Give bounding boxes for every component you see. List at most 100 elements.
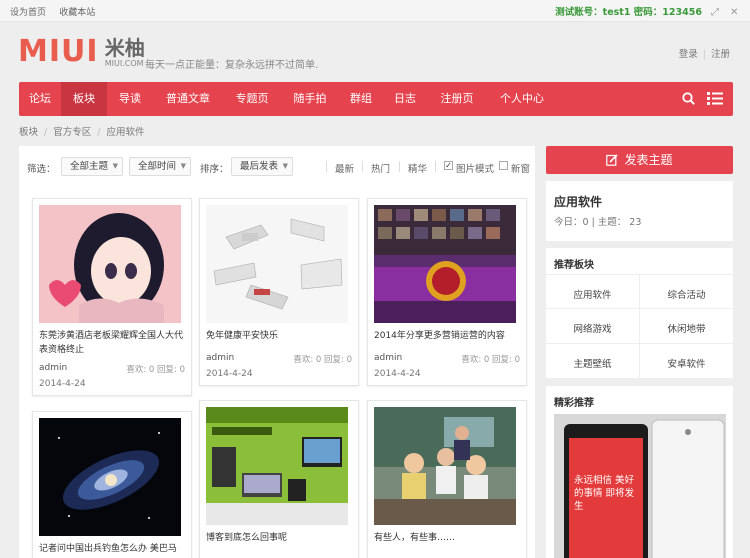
board-link[interactable]: 网络游戏 — [546, 321, 639, 335]
post-card[interactable]: 2014年分享更多营销运营的内容 admin 喜欢: 0 回复: 0 2014-… — [367, 198, 527, 386]
post-author[interactable]: admin — [374, 353, 402, 363]
recommended-boards: 推荐板块 应用软件 综合活动 网络游戏 休闲地带 主题壁纸 安卓软件 — [546, 248, 733, 378]
chevron-down-icon: ▼ — [282, 162, 288, 170]
fullscreen-icon[interactable]: ⤢ — [711, 7, 721, 18]
nav-item-articles[interactable]: 普通文章 — [153, 82, 223, 116]
divider — [326, 161, 327, 172]
featured-caption: 永远相信 美好的事情 即将发生 — [574, 475, 635, 512]
new-window-checkbox[interactable] — [499, 161, 508, 170]
post-thumbnail[interactable] — [374, 407, 516, 525]
new-window-label: 新窗 — [511, 164, 531, 175]
breadcrumb-item[interactable]: 官方专区 — [53, 127, 91, 138]
logo-cn: 米柚 — [104, 36, 145, 60]
post-replies: 回复: 0 — [157, 365, 185, 375]
logo-miui: MIUI — [18, 34, 99, 69]
breadcrumb-item[interactable]: 板块 — [19, 127, 38, 138]
featured-image[interactable]: 永远相信 美好的事情 即将发生 — [554, 414, 726, 558]
bookmark-link[interactable]: 收藏本站 — [59, 8, 95, 18]
post-date: 2014-4-24 — [206, 369, 253, 379]
post-title[interactable]: 东莞涉黄酒店老板梁耀辉全国人大代表资格终止 — [39, 329, 185, 357]
breadcrumb: 板块 / 官方专区 / 应用软件 — [19, 124, 144, 138]
nav-item-forum[interactable]: 论坛 — [19, 82, 61, 116]
nav-item-guide[interactable]: 导读 — [107, 82, 153, 116]
sort-hot-link[interactable]: 热门 — [371, 161, 390, 175]
search-icon[interactable] — [682, 92, 695, 105]
login-link[interactable]: 登录 — [679, 49, 698, 60]
post-thumbnail[interactable] — [206, 407, 348, 525]
pic-mode-checkbox[interactable]: ✓ — [444, 161, 453, 170]
nav-item-register-page[interactable]: 注册页 — [427, 82, 487, 116]
site-header: MIUI 米柚 MIUI.COM 每天一点正能量：复杂永远拼不过简单. 登录 | 注… — [0, 22, 750, 82]
post-title[interactable]: 免年健康平安快乐 — [206, 329, 352, 343]
forum-info: 应用软件 今日：0 | 主题： 23 — [546, 181, 733, 241]
nav-item-topics[interactable]: 专题页 — [223, 82, 281, 116]
divider — [399, 161, 400, 172]
pic-mode-label: 图片模式 — [456, 164, 495, 175]
post-replies: 回复: 0 — [324, 355, 352, 365]
breadcrumb-separator: / — [44, 127, 48, 138]
board-link[interactable]: 主题壁纸 — [546, 356, 639, 370]
breadcrumb-item[interactable]: 应用软件 — [106, 127, 144, 138]
post-date: 2014-4-24 — [374, 369, 421, 379]
post-likes: 喜欢: 0 — [461, 355, 490, 365]
post-title[interactable]: 博客到底怎么回事呢 — [206, 531, 352, 545]
slogan: 每天一点正能量：复杂永远拼不过简单. — [145, 60, 319, 71]
post-card[interactable]: 记者问中国出兵钓鱼怎么办 美巴马 — [32, 411, 192, 558]
nav-item-groups[interactable]: 群组 — [339, 82, 383, 116]
forum-name: 应用软件 — [554, 195, 603, 209]
post-title[interactable]: 2014年分享更多营销运营的内容 — [374, 329, 520, 343]
chevron-down-icon: ▼ — [112, 162, 118, 170]
chevron-down-icon: ▼ — [180, 162, 186, 170]
board-link[interactable]: 综合活动 — [640, 287, 733, 301]
board-link[interactable]: 休闲地带 — [640, 321, 733, 335]
board-link[interactable]: 安卓软件 — [640, 356, 733, 370]
post-thumbnail[interactable] — [374, 205, 516, 323]
set-home-link[interactable]: 设为首页 — [10, 8, 46, 18]
filter-bar: 筛选： 全部主题 ▼ 全部时间 ▼ 排序： 最后发表 ▼ 最新 热门 精华 ✓ 图片模… — [19, 146, 535, 186]
sort-newest-link[interactable]: 最新 — [335, 161, 354, 175]
sort-digest-link[interactable]: 精华 — [408, 161, 427, 175]
time-filter-value: 全部时间 — [138, 161, 177, 172]
featured-title: 精彩推荐 — [554, 398, 594, 409]
post-likes: 喜欢: 0 — [126, 365, 155, 375]
nav-item-snapshot[interactable]: 随手拍 — [281, 82, 339, 116]
topic-filter-value: 全部主题 — [70, 161, 109, 172]
list-menu-icon[interactable] — [707, 92, 723, 105]
nav-item-blog[interactable]: 日志 — [383, 82, 427, 116]
topic-filter-select[interactable]: 全部主题 ▼ — [61, 157, 123, 176]
post-title[interactable]: 记者问中国出兵钓鱼怎么办 美巴马 — [39, 542, 185, 556]
nav-item-profile[interactable]: 个人中心 — [487, 82, 557, 116]
nav-item-boards[interactable]: 板块 — [61, 82, 107, 116]
divider — [362, 161, 363, 172]
register-link[interactable]: 注册 — [711, 49, 730, 60]
post-likes: 喜欢: 0 — [293, 355, 322, 365]
divider — [435, 161, 436, 172]
board-link[interactable]: 应用软件 — [546, 287, 639, 301]
post-card[interactable]: 免年健康平安快乐 admin 喜欢: 0 回复: 0 2014-4-24 — [199, 198, 359, 386]
post-replies: 回复: 0 — [492, 355, 520, 365]
filter-label: 筛选： — [27, 164, 56, 175]
post-title[interactable]: 有些人，有些事…… — [374, 531, 520, 545]
top-bar: 设为首页 收藏本站 测试账号：test1 密码：123456 ⤢ ✕ — [0, 0, 750, 22]
logo-domain: MIUI.COM — [104, 59, 144, 68]
post-card[interactable]: 博客到底怎么回事呢 — [199, 400, 359, 558]
recommended-title: 推荐板块 — [554, 260, 594, 271]
thread-list-panel: 筛选： 全部主题 ▼ 全部时间 ▼ 排序： 最后发表 ▼ 最新 热门 精华 ✓ 图片模… — [19, 146, 535, 558]
time-filter-select[interactable]: 全部时间 ▼ — [129, 157, 191, 176]
sort-label: 排序： — [200, 164, 229, 175]
post-thumbnail[interactable] — [39, 418, 181, 536]
sort-select[interactable]: 最后发表 ▼ — [231, 157, 293, 176]
post-card[interactable]: 有些人，有些事…… — [367, 400, 527, 558]
post-author[interactable]: admin — [206, 353, 234, 363]
post-thumbnail[interactable] — [39, 205, 181, 323]
edit-icon — [606, 154, 619, 166]
test-account-info: 测试账号：test1 密码：123456 — [555, 7, 702, 18]
post-date: 2014-4-24 — [39, 379, 86, 389]
post-author[interactable]: admin — [39, 363, 67, 373]
new-topic-button[interactable]: 发表主题 — [546, 146, 733, 174]
close-icon[interactable]: ✕ — [730, 7, 740, 18]
main-nav: 论坛 板块 导读 普通文章 专题页 随手拍 群组 日志 注册页 个人中心 — [19, 82, 733, 116]
site-logo[interactable]: MIUI 米柚 MIUI.COM — [18, 36, 145, 69]
post-card[interactable]: 东莞涉黄酒店老板梁耀辉全国人大代表资格终止 admin 喜欢: 0 回复: 0 … — [32, 198, 192, 396]
post-thumbnail[interactable] — [206, 205, 348, 323]
